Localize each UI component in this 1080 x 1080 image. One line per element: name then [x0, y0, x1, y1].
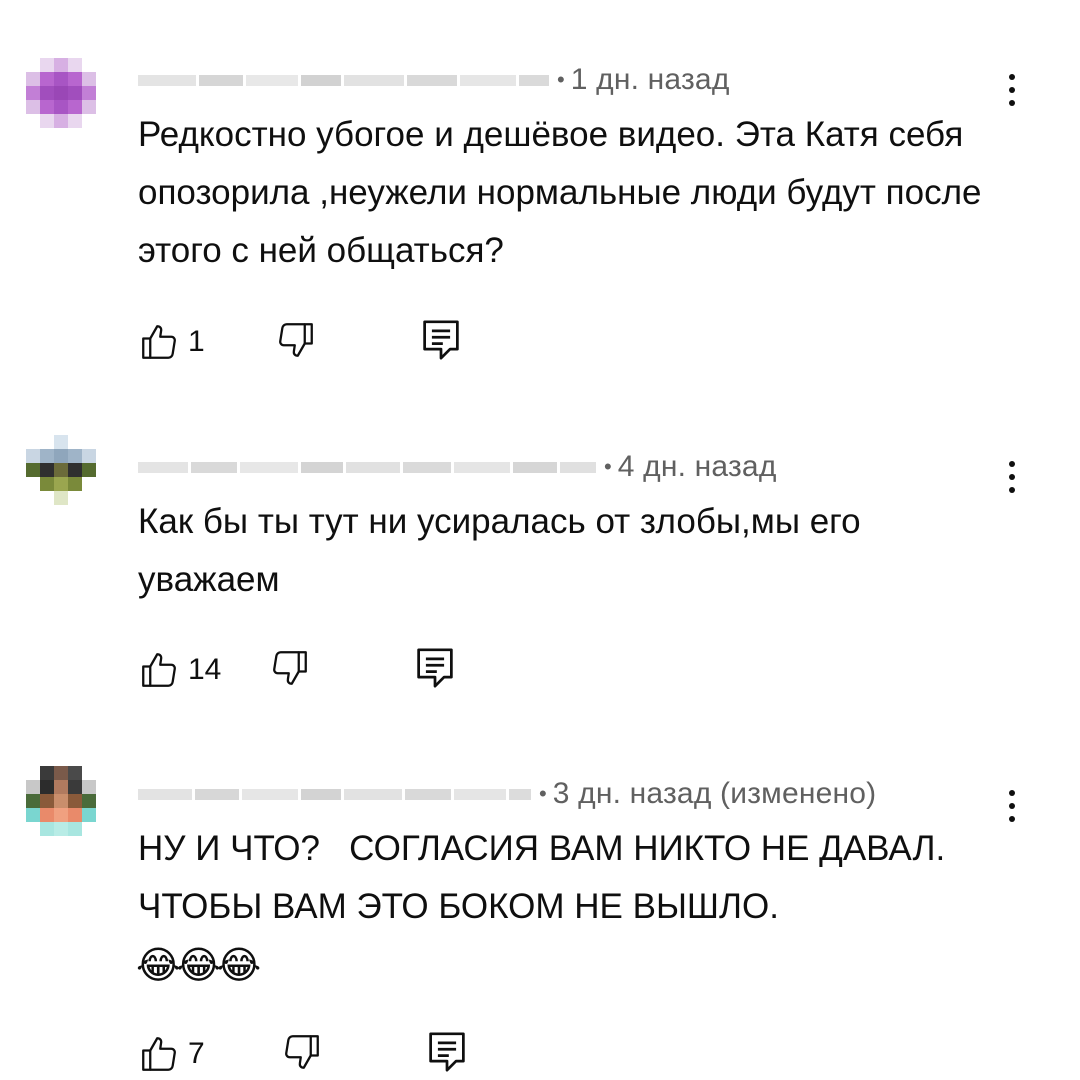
comment-menu-button[interactable] — [1000, 457, 1024, 497]
more-vertical-icon — [1009, 461, 1015, 467]
thumbs-down-icon — [278, 322, 313, 357]
avatar[interactable] — [26, 766, 98, 838]
like-button[interactable]: 14 — [138, 649, 221, 691]
dislike-button[interactable] — [269, 647, 311, 694]
comment-timestamp: 1 дн. назад — [570, 63, 730, 96]
comment-timestamp: 3 дн. назад (изменено) — [552, 777, 877, 810]
reply-comment-icon — [422, 319, 459, 360]
author-name[interactable] — [138, 60, 549, 100]
separator-dot: • — [539, 781, 547, 806]
comment-text: Редкостно убогое и дешёвое видео. Эта Ка… — [138, 115, 992, 270]
dislike-button[interactable] — [275, 319, 317, 366]
more-vertical-icon — [1009, 790, 1015, 796]
reply-comment-icon — [428, 1031, 465, 1072]
avatar[interactable] — [26, 58, 98, 130]
like-count: 7 — [188, 1037, 205, 1070]
author-name[interactable] — [138, 447, 596, 487]
thumbs-down-icon — [273, 650, 308, 685]
separator-dot: • — [604, 454, 612, 479]
comment-menu-button[interactable] — [1000, 70, 1024, 110]
thumbs-up-icon — [142, 325, 176, 359]
like-count: 14 — [188, 653, 222, 686]
author-name[interactable] — [138, 774, 531, 814]
emoji-row: 😂😂😂 — [136, 943, 261, 987]
like-button[interactable]: 7 — [138, 1033, 205, 1075]
reply-button[interactable] — [415, 646, 455, 695]
reply-comment-icon — [417, 647, 454, 688]
dislike-button[interactable] — [281, 1031, 323, 1078]
reply-button[interactable] — [427, 1030, 467, 1079]
comment-text: НУ И ЧТО? СОГЛАСИЯ ВАМ НИКТО НЕ ДАВАЛ. Ч… — [138, 829, 955, 926]
more-vertical-icon — [1009, 74, 1015, 80]
thumbs-up-icon — [142, 653, 176, 687]
separator-dot: • — [557, 67, 565, 92]
comment-timestamp: 4 дн. назад — [617, 450, 777, 483]
avatar[interactable] — [26, 435, 98, 507]
thumbs-down-icon — [284, 1034, 319, 1069]
like-button[interactable]: 1 — [138, 321, 205, 363]
comment-text: Как бы ты тут ни усиралась от злобы,мы е… — [138, 502, 871, 599]
reply-button[interactable] — [421, 318, 461, 367]
thumbs-up-icon — [142, 1037, 176, 1071]
like-count: 1 — [188, 325, 205, 358]
